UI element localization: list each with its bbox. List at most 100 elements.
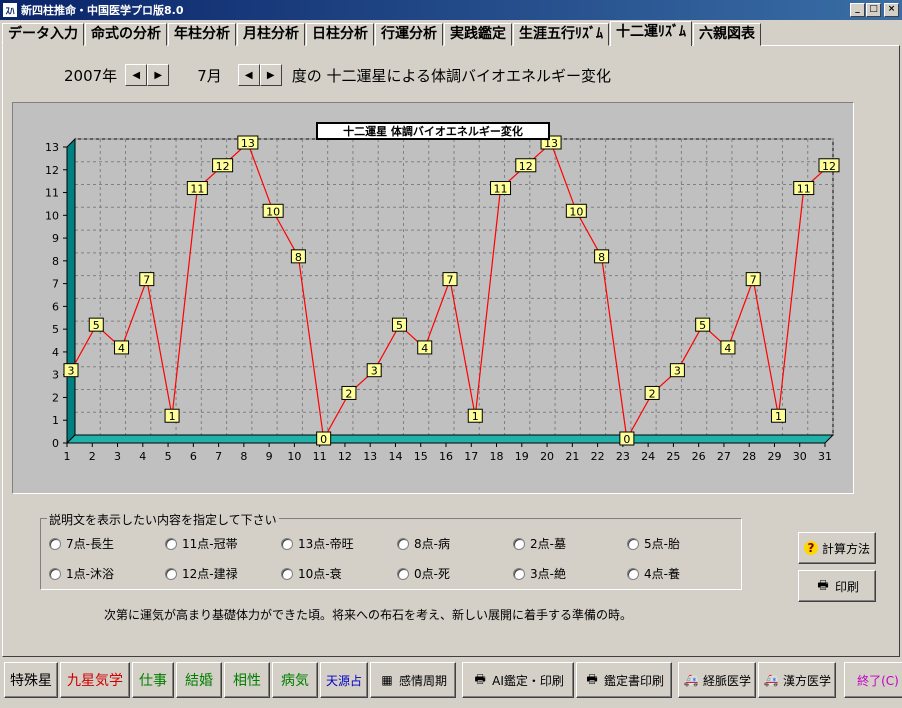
x-tick-label: 16 [439, 450, 453, 463]
chart-heading: 度の 十二運星による体調バイオエネルギー変化 [291, 66, 612, 85]
chart-header: 2007年 ◀ ▶ 7月 ◀ ▶ 度の 十二運星による体調バイオエネルギー変化 [64, 64, 611, 86]
end-button[interactable]: 終了(C) [844, 662, 902, 698]
app-icon: ｽﾊ [3, 3, 17, 17]
year-prev-button[interactable]: ◀ [125, 64, 148, 86]
printer-icon: 🖶 [817, 577, 829, 592]
option-label: 13点-帝旺 [298, 537, 354, 551]
tab-juniun-rhythm[interactable]: 十二運ﾘｽﾞﾑ [610, 21, 692, 46]
tab-meishiki[interactable]: 命式の分析 [85, 23, 167, 46]
kyusei-button[interactable]: 九星気学 [60, 662, 130, 698]
x-tick-label: 6 [190, 450, 197, 463]
byoki-button[interactable]: 病気 [272, 662, 318, 698]
tab-getchu[interactable]: 月柱分析 [237, 23, 305, 46]
tab-nitchu[interactable]: 日柱分析 [306, 23, 374, 46]
year-next-button[interactable]: ▶ [147, 64, 170, 86]
option-label: 10点-衰 [298, 567, 342, 581]
option-label: 11点-冠帯 [182, 537, 238, 551]
data-label: 12 [519, 160, 533, 173]
x-tick-label: 23 [616, 450, 630, 463]
radio-circle-icon [49, 537, 61, 550]
y-tick-label: 13 [45, 141, 59, 154]
data-label: 2 [345, 387, 352, 400]
x-tick-label: 5 [165, 450, 172, 463]
y-tick-label: 7 [52, 278, 59, 291]
keiraku-label: 経脈医学 [702, 673, 751, 688]
calc-method-button[interactable]: ? 計算方法 [798, 532, 876, 564]
tab-jissen[interactable]: 実践鑑定 [444, 23, 512, 46]
byoki-label: 病気 [281, 673, 309, 689]
data-label: 10 [266, 205, 280, 218]
x-tick-label: 3 [114, 450, 121, 463]
tab-nenchu[interactable]: 年柱分析 [168, 23, 236, 46]
tokusatsu-button[interactable]: 特殊星 [4, 662, 58, 698]
explanation-options: 説明文を表示したい内容を指定して下さい 7点-長生 11点-冠帯 13点-帝旺 8点-… [40, 511, 742, 590]
option-radio[interactable]: 10点-衰 [281, 565, 342, 582]
x-tick-label: 2 [89, 450, 96, 463]
ai-kantei-button[interactable]: 🖶 AI鑑定・印刷 [462, 662, 574, 698]
option-radio[interactable]: 8点-病 [397, 535, 450, 552]
ai-kantei-label: AI鑑定・印刷 [492, 673, 564, 688]
kantei-print-button[interactable]: 🖶 鑑定書印刷 [576, 662, 672, 698]
tengen-label: 天源占 [325, 673, 362, 688]
radio-circle-icon [627, 537, 639, 550]
minimize-button[interactable]: _ [850, 3, 865, 17]
data-label: 1 [169, 410, 176, 423]
aisho-button[interactable]: 相性 [224, 662, 270, 698]
data-label: 11 [494, 183, 508, 196]
bottom-toolbar: 特殊星 九星気学 仕事 結婚 相性 病気 天源占 ▦ 感情周期 🖶 AI鑑定・印刷 … [4, 662, 902, 698]
x-tick-label: 21 [565, 450, 579, 463]
tab-gogyo-rhythm[interactable]: 生涯五行ﾘｽﾞﾑ [513, 23, 609, 46]
option-label: 0点-死 [414, 567, 450, 581]
print-button[interactable]: 🖶 印刷 [798, 570, 876, 602]
option-radio[interactable]: 1点-沐浴 [49, 565, 114, 582]
option-radio[interactable]: 13点-帝旺 [281, 535, 354, 552]
y-tick-label: 1 [52, 414, 59, 427]
tab-data-input[interactable]: データ入力 [2, 23, 84, 46]
kyusei-label: 九星気学 [67, 673, 123, 689]
option-label: 4点-養 [644, 567, 680, 581]
data-label: 2 [649, 387, 656, 400]
data-label: 8 [295, 251, 302, 264]
tab-kouun[interactable]: 行運分析 [375, 23, 443, 46]
data-label: 1 [775, 410, 782, 423]
y-tick-label: 2 [52, 391, 59, 404]
keiraku-button[interactable]: 🚑 経脈医学 [678, 662, 756, 698]
x-tick-label: 9 [266, 450, 273, 463]
option-radio[interactable]: 12点-建禄 [165, 565, 238, 582]
calc-method-label: 計算方法 [821, 541, 870, 556]
window-title: 新四柱推命・中国医学プロ版8.0 [21, 4, 184, 17]
kampo-button[interactable]: 🚑 漢方医学 [758, 662, 836, 698]
x-tick-label: 15 [414, 450, 428, 463]
option-radio[interactable]: 4点-養 [627, 565, 680, 582]
bio-energy-chart: 0123456789101112131 2 3 4 5 6 7 8 9 10 11 12 13 14 15 1… [45, 122, 840, 463]
radio-circle-icon [281, 567, 293, 580]
option-radio[interactable]: 3点-絶 [513, 565, 566, 582]
chart-frame: 0 1 2 3 4 5 6 7 8 9 10 11 12 13 1 2 3 4 5 6 7 8 9 10 11 12 13 14 15 1… [12, 102, 854, 494]
tengen-button[interactable]: 天源占 [320, 662, 368, 698]
x-tick-label: 12 [338, 450, 352, 463]
x-tick-label: 7 [215, 450, 222, 463]
help-icon: ? [803, 541, 818, 555]
data-label: 11 [190, 183, 204, 196]
radio-circle-icon [627, 567, 639, 580]
shigoto-button[interactable]: 仕事 [132, 662, 174, 698]
month-next-button[interactable]: ▶ [259, 64, 282, 86]
radio-circle-icon [513, 537, 525, 550]
kekkon-button[interactable]: 結婚 [176, 662, 222, 698]
maximize-button[interactable]: □ [866, 3, 881, 17]
data-label: 12 [216, 160, 230, 173]
option-radio[interactable]: 7点-長生 [49, 535, 114, 552]
option-radio[interactable]: 0点-死 [397, 565, 450, 582]
tab-rokushin[interactable]: 六親図表 [693, 23, 761, 46]
y-tick-label: 5 [52, 323, 59, 336]
option-radio[interactable]: 5点-胎 [627, 535, 680, 552]
kanjo-button[interactable]: ▦ 感情周期 [370, 662, 456, 698]
end-label: 終了(C) [857, 673, 899, 688]
close-button[interactable]: × [884, 3, 899, 17]
option-label: 12点-建禄 [182, 567, 238, 581]
option-radio[interactable]: 11点-冠帯 [165, 535, 238, 552]
option-radio[interactable]: 2点-墓 [513, 535, 566, 552]
y-tick-label: 9 [52, 232, 59, 245]
x-tick-label: 25 [666, 450, 680, 463]
month-prev-button[interactable]: ◀ [237, 64, 260, 86]
